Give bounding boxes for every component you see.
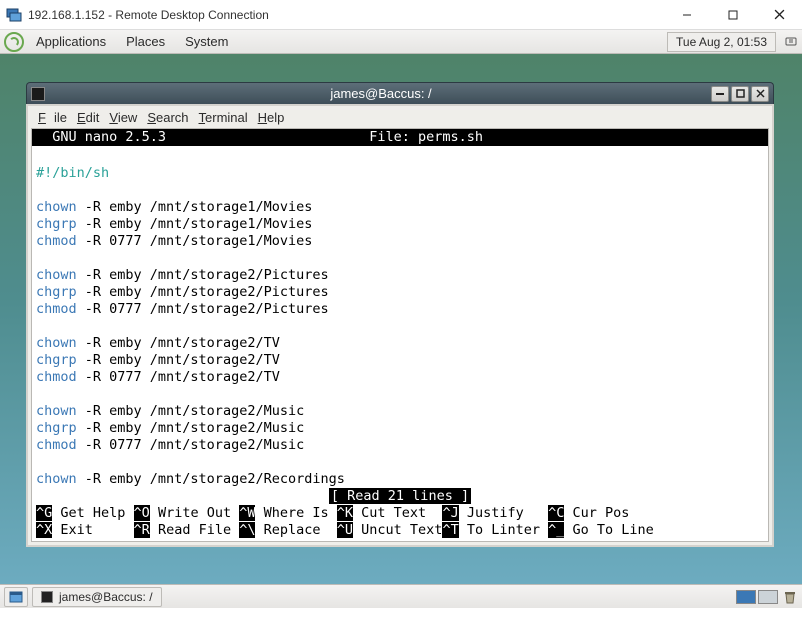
windows-maximize-button[interactable] <box>710 0 756 29</box>
windows-minimize-button[interactable] <box>664 0 710 29</box>
workspace-2[interactable] <box>758 590 778 604</box>
nano-editor-area[interactable]: #!/bin/sh chown -R emby /mnt/storage1/Mo… <box>32 146 768 488</box>
terminal-maximize-button[interactable] <box>731 86 749 102</box>
terminal-minimize-button[interactable] <box>711 86 729 102</box>
workspace-switcher[interactable] <box>736 590 778 604</box>
menu-applications[interactable]: Applications <box>28 31 114 52</box>
rdp-icon <box>6 7 22 23</box>
windows-titlebar: 192.168.1.152 - Remote Desktop Connectio… <box>0 0 802 30</box>
gnome-bottom-panel: james@Baccus: / <box>0 584 802 608</box>
nano-status-line: [ Read 21 lines ] <box>32 488 768 505</box>
workspace-1[interactable] <box>736 590 756 604</box>
terminal-titlebar[interactable]: james@Baccus: / <box>26 82 774 104</box>
notification-icon[interactable] <box>784 35 798 49</box>
terminal-title-text: james@Baccus: / <box>51 86 711 101</box>
terminal-window: james@Baccus: / File Edit View Search Te… <box>26 82 774 547</box>
gnome-top-panel: Applications Places System Tue Aug 2, 01… <box>0 30 802 54</box>
trash-icon[interactable] <box>782 589 798 605</box>
terminal-close-button[interactable] <box>751 86 769 102</box>
terminal-icon <box>41 591 53 603</box>
menu-system[interactable]: System <box>177 31 236 52</box>
term-menu-help[interactable]: Help <box>254 108 289 127</box>
term-menu-terminal[interactable]: Terminal <box>195 108 252 127</box>
terminal-icon <box>31 87 45 101</box>
show-desktop-button[interactable] <box>4 587 28 607</box>
windows-close-button[interactable] <box>756 0 802 29</box>
term-menu-edit[interactable]: Edit <box>73 108 103 127</box>
taskbar-item-label: james@Baccus: / <box>59 590 153 604</box>
distro-logo-icon[interactable] <box>4 32 24 52</box>
nano-shortcut-bar: ^G Get Help ^O Write Out ^W Where Is ^K … <box>32 505 768 541</box>
menu-places[interactable]: Places <box>118 31 173 52</box>
terminal-content[interactable]: GNU nano 2.5.3 File: perms.sh #!/bin/sh … <box>31 128 769 542</box>
terminal-menubar: File Edit View Search Terminal Help <box>28 106 772 128</box>
desktop-background: james@Baccus: / File Edit View Search Te… <box>0 54 802 608</box>
windows-title-text: 192.168.1.152 - Remote Desktop Connectio… <box>28 8 664 22</box>
term-menu-view[interactable]: View <box>105 108 141 127</box>
panel-clock[interactable]: Tue Aug 2, 01:53 <box>667 32 776 52</box>
term-menu-search[interactable]: Search <box>143 108 192 127</box>
term-menu-file[interactable]: File <box>34 108 71 127</box>
taskbar-item-terminal[interactable]: james@Baccus: / <box>32 587 162 607</box>
nano-header: GNU nano 2.5.3 File: perms.sh <box>32 129 768 146</box>
